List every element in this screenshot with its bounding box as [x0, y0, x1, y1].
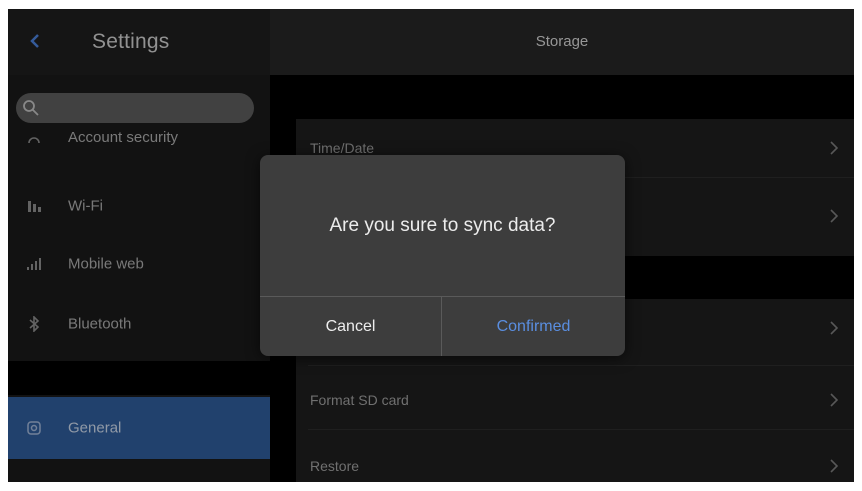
dialog-message: Are you sure to sync data? [329, 215, 556, 236]
device-screen: Settings Account security Wi-Fi Mobile w… [8, 9, 854, 482]
confirm-button[interactable]: Confirmed [442, 297, 625, 356]
cancel-button[interactable]: Cancel [260, 297, 441, 356]
confirm-dialog: Are you sure to sync data? Cancel Confir… [260, 155, 625, 356]
